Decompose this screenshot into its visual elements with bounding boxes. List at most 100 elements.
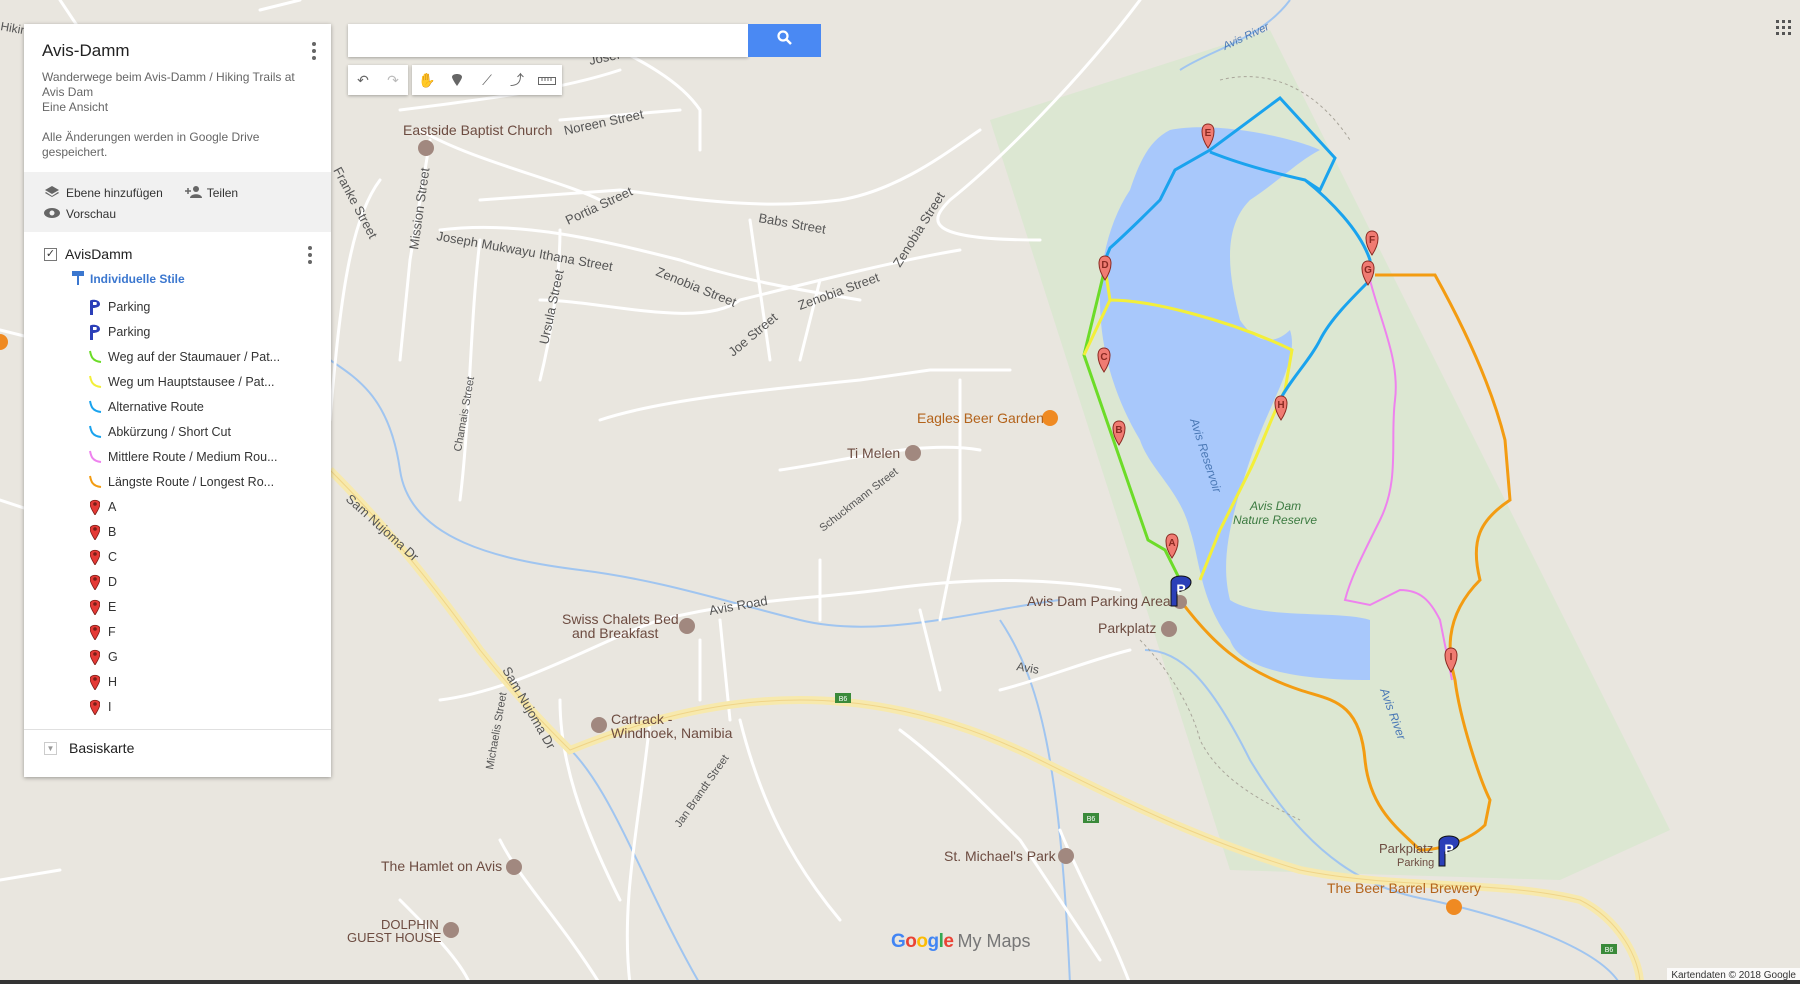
legend-item-label: A (108, 499, 117, 514)
undo-icon: ↶ (357, 71, 369, 88)
legend-item[interactable]: Parking (88, 294, 331, 319)
b6-shield-3: B6 (1605, 947, 1614, 954)
line-icon (88, 449, 102, 465)
line-icon (88, 474, 102, 490)
base-map-section[interactable]: ▼ Basiskarte (24, 730, 331, 756)
legend-item[interactable]: E (88, 594, 331, 619)
preview-label: Vorschau (66, 206, 117, 221)
legend-item[interactable]: D (88, 569, 331, 594)
layer-name[interactable]: AvisDamm (65, 246, 132, 262)
legend-item[interactable]: G (88, 644, 331, 669)
legend-item-label: H (108, 674, 118, 689)
label-ti-melen: Ti Melen (847, 445, 900, 461)
redo-button[interactable]: ↷ (378, 65, 408, 95)
add-layer-button[interactable]: Ebene hinzufügen (44, 185, 163, 200)
hand-icon: ✋ (418, 71, 436, 88)
legend-item[interactable]: Parking (88, 319, 331, 344)
map-pin-icon (88, 674, 102, 690)
svg-text:D: D (1101, 260, 1108, 271)
search-icon (776, 30, 793, 51)
legend-item[interactable]: H (88, 669, 331, 694)
map-pin-icon (88, 624, 102, 640)
directions-icon: ⤴ (510, 72, 524, 88)
legend-item-label: Mittlere Route / Medium Rou... (108, 449, 278, 464)
share-button[interactable]: Teilen (184, 185, 238, 200)
legend-item-label: Parking (108, 299, 151, 314)
map-pin-icon (88, 524, 102, 540)
svg-text:A: A (1168, 538, 1175, 549)
map-pin-icon (88, 649, 102, 665)
line-icon (88, 424, 102, 440)
panel-actions: Ebene hinzufügen Teilen Vorschau (24, 172, 331, 232)
svg-text:B: B (1115, 425, 1122, 436)
legend-item-label: Alternative Route (108, 399, 204, 414)
line-icon (88, 399, 102, 415)
legend-item-label: G (108, 649, 118, 664)
layers-icon (44, 185, 60, 200)
svg-text:F: F (1369, 235, 1375, 246)
select-hand-button[interactable]: ✋ (412, 65, 442, 95)
search-button[interactable] (748, 24, 821, 57)
legend-item[interactable]: Weg um Hauptstausee / Pat... (88, 369, 331, 394)
label-parking-small: Parking (1397, 857, 1434, 869)
label-eastside-church: Eastside Baptist Church (403, 122, 552, 138)
legend-items: Parking Parking Weg auf der Staumauer / Pa… (44, 294, 331, 719)
map-pin-icon (88, 699, 102, 715)
map-pin-icon (88, 599, 102, 615)
individual-styles-link[interactable]: Individuelle Stile (72, 270, 331, 288)
apps-grid-icon[interactable] (1776, 20, 1791, 35)
draw-line-button[interactable]: ⟋ (472, 65, 502, 95)
legend-item[interactable]: Längste Route / Longest Ro... (88, 469, 331, 494)
legend-item[interactable]: B (88, 519, 331, 544)
preview-button[interactable]: Vorschau (44, 207, 116, 221)
svg-text:P: P (1176, 581, 1185, 597)
legend-item[interactable]: I (88, 694, 331, 719)
draw-line-icon: ⟋ (482, 71, 492, 88)
measure-button[interactable] (532, 65, 562, 95)
ruler-icon (538, 72, 556, 88)
expand-arrow-icon[interactable]: ▼ (44, 741, 57, 755)
label-beer-barrel: The Beer Barrel Brewery (1327, 880, 1481, 896)
legend-item[interactable]: Abkürzung / Short Cut (88, 419, 331, 444)
layer-visibility-checkbox[interactable]: ✓ (44, 247, 57, 261)
layer-avisdamm: ✓ AvisDamm Individuelle Stile Parking Par… (24, 232, 331, 730)
undo-button[interactable]: ↶ (348, 65, 378, 95)
map-description[interactable]: Wanderwege beim Avis-Damm / Hiking Trail… (42, 70, 314, 115)
label-nature-reserve-2: Nature Reserve (1233, 513, 1317, 527)
legend-item[interactable]: A (88, 494, 331, 519)
map-options-icon[interactable] (311, 42, 317, 60)
google-wordmark: Google (891, 931, 954, 952)
individual-styles-label: Individuelle Stile (90, 272, 185, 286)
panel-header: Avis-Damm Wanderwege beim Avis-Damm / Hi… (24, 24, 331, 172)
add-marker-button[interactable] (442, 65, 472, 95)
legend-item[interactable]: F (88, 619, 331, 644)
b6-shield-1: B6 (839, 696, 848, 703)
label-eagles: Eagles Beer Garden (917, 410, 1044, 426)
svg-text:I: I (1450, 652, 1453, 663)
label-dolphin-2: GUEST HOUSE (347, 930, 442, 945)
legend-item[interactable]: Alternative Route (88, 394, 331, 419)
search-input[interactable] (348, 24, 748, 57)
bottom-bar (0, 980, 1800, 984)
label-parkplatz-2: Parkplatz (1379, 841, 1433, 856)
parking-marker-icon (88, 324, 102, 340)
map-title[interactable]: Avis-Damm (42, 41, 314, 61)
line-icon (88, 349, 102, 365)
line-icon (88, 374, 102, 390)
legend-item[interactable]: Mittlere Route / Medium Rou... (88, 444, 331, 469)
legend-item-label: C (108, 549, 118, 564)
label-nature-reserve-1: Avis Dam (1249, 499, 1301, 513)
legend-item-label: Abkürzung / Short Cut (108, 424, 231, 439)
label-cartrack-2: Windhoek, Namibia (611, 725, 733, 741)
legend-item[interactable]: Weg auf der Staumauer / Pat... (88, 344, 331, 369)
legend-item-label: Weg um Hauptstausee / Pat... (108, 374, 275, 389)
legend-item-label: E (108, 599, 117, 614)
label-avis-dam-parking: Avis Dam Parking Area (1027, 593, 1171, 609)
legend-item[interactable]: C (88, 544, 331, 569)
marker-icon (452, 72, 462, 89)
map-pin-icon (88, 549, 102, 565)
legend-item-label: B (108, 524, 117, 539)
layer-options-icon[interactable] (307, 246, 313, 264)
svg-text:P: P (1444, 841, 1453, 857)
add-directions-button[interactable]: ⤴ (502, 65, 532, 95)
